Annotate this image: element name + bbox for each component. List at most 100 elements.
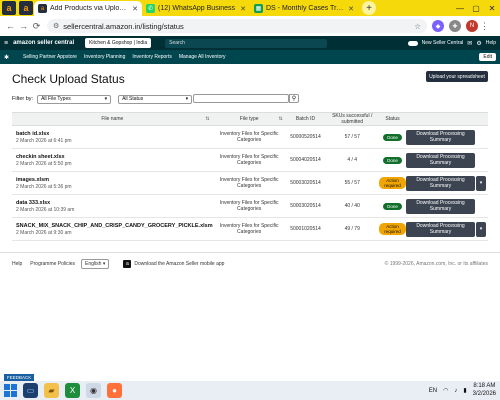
page-footer: Help Programme Policies English ▾ a Down… xyxy=(0,252,500,274)
file-type-value: All File Types xyxy=(41,96,71,102)
minimize-icon[interactable]: — xyxy=(452,4,468,13)
hamburger-menu-icon[interactable]: ≡ xyxy=(4,40,8,47)
file-type: Inventory Files for Specific Categories xyxy=(212,148,286,172)
file-type: Inventory Files for Specific Categories xyxy=(212,171,286,195)
sort-icon[interactable]: ⇅ xyxy=(205,116,209,122)
search-icon[interactable]: ⚲ xyxy=(289,94,299,103)
chevron-down-icon[interactable]: ▾ xyxy=(476,175,486,191)
volume-icon[interactable]: ♪ xyxy=(454,388,457,394)
new-tab-icon[interactable]: + xyxy=(362,1,376,15)
upload-status-table: File name ⇅ File type ⇅ Batch ID SKUs succ… xyxy=(12,112,488,241)
sku-count: 49 / 79 xyxy=(325,217,380,241)
seller-central-nav: ✱ Selling Partner Appstore Inventory Pla… xyxy=(0,50,500,64)
upload-date: 2 March 2026 at 9:30 am xyxy=(16,229,72,236)
table-row: batch id.xlsx 2 March 2026 at 6:41 pm Inv… xyxy=(12,125,488,149)
reload-icon[interactable]: ⟳ xyxy=(30,21,43,32)
sort-icon[interactable]: ⇅ xyxy=(278,116,282,122)
column-header-file-name[interactable]: File name ⇅ xyxy=(12,112,213,126)
amazon-icon[interactable]: a xyxy=(19,1,33,15)
nav-item-appstore[interactable]: Selling Partner Appstore xyxy=(23,54,77,60)
store-selector[interactable]: Kitchen & Gopshop | India xyxy=(85,38,152,48)
upload-spreadsheet-button[interactable]: Upload your spreadsheet xyxy=(426,71,488,82)
upload-date: 2 March 2026 at 5:36 pm xyxy=(16,183,72,190)
language-select[interactable]: English ▾ xyxy=(81,258,110,269)
clock-time: 8:18 AM xyxy=(473,383,496,389)
extension-icon[interactable]: ◆ xyxy=(432,20,444,32)
forward-icon[interactable]: → xyxy=(17,21,30,31)
avatar[interactable]: N xyxy=(466,20,478,32)
edit-nav-button[interactable]: Edit xyxy=(479,53,496,61)
file-type-select[interactable]: All File Types ▾ xyxy=(37,94,112,104)
download-summary-button[interactable]: Download Processing Summary xyxy=(406,175,475,191)
download-summary-button[interactable]: Download Processing Summary xyxy=(406,221,475,237)
wifi-icon[interactable]: ◠ xyxy=(443,387,448,394)
page-title: Check Upload Status xyxy=(12,72,125,86)
window-controls: — ▢ ✕ xyxy=(452,0,500,16)
table-row: data 333.xlsx 2 March 2026 at 10:39 am In… xyxy=(12,194,488,218)
extensions-puzzle-icon[interactable]: ✚ xyxy=(449,20,461,32)
app-download-link[interactable]: Download the Amazon Seller mobile app xyxy=(134,261,224,267)
browser-tab[interactable]: ✆ (12) WhatsApp Business ✕ xyxy=(142,1,250,16)
clock[interactable]: 8:18 AM 3/2/2026 xyxy=(473,383,496,398)
close-icon[interactable]: ✕ xyxy=(348,5,354,13)
download-summary-button[interactable]: Download Processing Summary xyxy=(406,129,475,145)
download-summary-button[interactable]: Download Processing Summary xyxy=(406,198,475,214)
file-type: Inventory Files for Specific Categories xyxy=(212,194,286,218)
status-badge: Action required xyxy=(379,223,406,235)
table-row: images.xlsm 2 March 2026 at 5:36 pm Inven… xyxy=(12,171,488,195)
site-info-icon[interactable]: ⚙ xyxy=(53,22,59,30)
bookmark-icon[interactable]: ✱ xyxy=(4,54,9,61)
help-link[interactable]: Help xyxy=(486,40,496,46)
header-label: Status xyxy=(385,116,400,122)
batch-id: 50000520514 xyxy=(285,125,326,149)
chevron-down-icon: ▾ xyxy=(185,96,189,102)
filter-search-input[interactable] xyxy=(193,94,289,103)
column-header-file-type[interactable]: File type ⇅ xyxy=(212,112,286,126)
column-header-actions xyxy=(405,112,488,126)
desktop-icon[interactable]: ▭ xyxy=(23,383,38,398)
file-name: data 333.xlsx xyxy=(16,199,51,206)
amazon-app-icon: a xyxy=(123,259,132,268)
gear-icon[interactable]: ⚙ xyxy=(476,40,481,47)
maximize-icon[interactable]: ▢ xyxy=(468,4,484,13)
batch-id: 50003020514 xyxy=(285,171,326,195)
star-icon[interactable]: ☆ xyxy=(414,22,421,31)
status-select[interactable]: All Status ▾ xyxy=(118,94,193,104)
file-explorer-icon[interactable]: ▰ xyxy=(44,383,59,398)
brand-logo[interactable]: amazon seller central xyxy=(13,40,85,46)
batch-id: 50001020514 xyxy=(285,217,326,241)
status-badge: Done xyxy=(383,156,402,164)
column-header-skus: SKUs successful / submitted xyxy=(325,112,380,126)
amazon-icon[interactable]: a xyxy=(2,1,16,15)
url-input[interactable]: ⚙ sellercentral.amazon.in/listing/status… xyxy=(47,19,427,33)
file-type: Inventory Files for Specific Categories xyxy=(212,125,286,149)
chevron-down-icon[interactable]: ▾ xyxy=(476,221,486,237)
close-window-icon[interactable]: ✕ xyxy=(484,4,500,13)
browser-tab[interactable]: ▦ DS - Monthly Cases Track_2026 ✕ xyxy=(250,1,358,16)
url-text: sellercentral.amazon.in/listing/status xyxy=(63,21,184,31)
browser-tab-active[interactable]: a Add Products via Upload: Chec ✕ xyxy=(34,1,142,16)
mail-icon[interactable]: ✉ xyxy=(467,40,472,47)
more-menu-icon[interactable]: ⋮ xyxy=(478,21,491,32)
nav-item-manage-inventory[interactable]: Manage All Inventory xyxy=(179,54,226,60)
search-input[interactable]: Search xyxy=(165,38,328,48)
footer-policies-link[interactable]: Programme Policies xyxy=(30,261,75,267)
nav-item-inventory-reports[interactable]: Inventory Reports xyxy=(132,54,171,60)
download-summary-button[interactable]: Download Processing Summary xyxy=(406,152,475,168)
close-icon[interactable]: ✕ xyxy=(240,5,246,13)
feedback-button[interactable]: FEEDBACK xyxy=(4,374,35,381)
nav-item-inventory-planning[interactable]: Inventory Planning xyxy=(84,54,125,60)
firefox-icon[interactable]: ● xyxy=(107,383,122,398)
header-label: Batch ID xyxy=(295,116,316,122)
chrome-icon[interactable]: ◉ xyxy=(86,383,101,398)
new-seller-central-toggle[interactable] xyxy=(407,40,418,46)
back-icon[interactable]: ← xyxy=(4,21,17,31)
footer-help-link[interactable]: Help xyxy=(12,261,22,267)
close-icon[interactable]: ✕ xyxy=(132,5,138,13)
windows-start-icon[interactable] xyxy=(4,384,17,397)
language-indicator[interactable]: EN xyxy=(429,388,437,394)
battery-icon[interactable]: ▮ xyxy=(463,387,466,394)
batch-id: 50003020514 xyxy=(285,194,326,218)
excel-icon[interactable]: X xyxy=(65,383,80,398)
file-name: checkin sheet.xlsx xyxy=(16,153,65,160)
